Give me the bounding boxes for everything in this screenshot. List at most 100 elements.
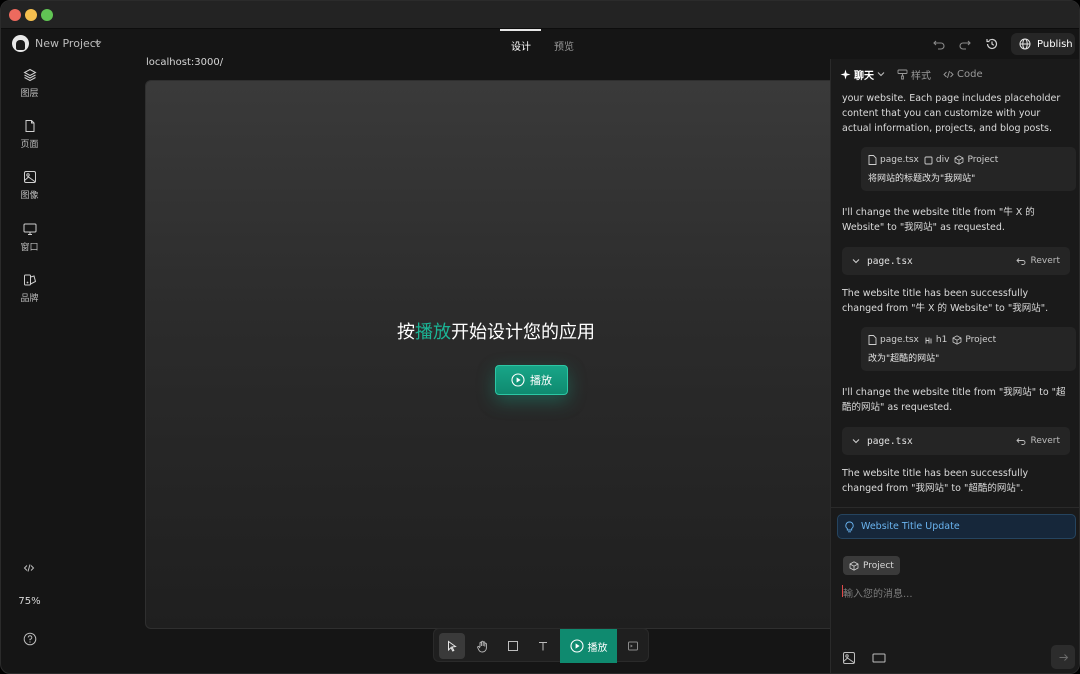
tool-palette: 播放 xyxy=(433,628,649,663)
maximize-window-button[interactable] xyxy=(41,9,53,21)
sidebar-item-layers[interactable]: 图层 xyxy=(1,68,58,99)
send-button[interactable] xyxy=(1051,645,1075,669)
text-icon xyxy=(539,642,547,651)
text-tool-button[interactable] xyxy=(530,633,556,659)
left-sidebar: 图层 页面 图像 窗口 品牌 75% xyxy=(1,59,58,673)
history-icon[interactable] xyxy=(985,37,999,51)
chevron-down-icon xyxy=(852,439,860,444)
chat-panel: 聊天 样式 Code your website. Each page inclu… xyxy=(830,59,1079,673)
play-button[interactable]: 播放 xyxy=(495,365,568,395)
assistant-message: The website title has been successfully … xyxy=(842,468,1029,494)
project-chip-label: Project xyxy=(863,560,894,571)
file-tag[interactable]: page.tsx xyxy=(868,335,919,345)
code-toggle-icon[interactable] xyxy=(23,562,35,574)
project-name[interactable]: New Project xyxy=(35,37,100,50)
brush-icon xyxy=(897,69,908,79)
image-icon xyxy=(23,171,36,183)
canvas-url: localhost:3000/ xyxy=(146,57,224,68)
scope-tag-label: Project xyxy=(965,335,997,345)
help-icon[interactable] xyxy=(23,632,37,646)
element-tag-label: h1 xyxy=(935,335,948,345)
headline-accent: 播放 xyxy=(415,322,451,343)
palette-play-label: 播放 xyxy=(587,642,608,654)
tab-style[interactable]: 样式 xyxy=(897,67,931,82)
terminal-tool-button[interactable] xyxy=(620,633,646,659)
canvas-headline: 按播放开始设计您的应用 xyxy=(146,318,846,344)
sidebar-item-label: 页面 xyxy=(20,140,39,150)
code-change-card[interactable]: page.tsx Revert xyxy=(842,427,1070,455)
scope-tag[interactable]: Project xyxy=(954,155,998,165)
undo-icon xyxy=(1015,437,1025,445)
lightbulb-icon xyxy=(845,521,854,532)
file-tag[interactable]: page.tsx xyxy=(868,155,919,165)
design-canvas[interactable]: 按播放开始设计您的应用 播放 xyxy=(145,80,845,629)
tab-chat[interactable]: 聊天 xyxy=(840,67,885,82)
tab-design[interactable]: 设计 xyxy=(511,38,531,53)
zoom-level[interactable]: 75% xyxy=(1,596,58,607)
project-context-chip[interactable]: Project xyxy=(843,556,900,575)
user-message-card: page.tsx div Project 将网站的标题改为"我网站" xyxy=(861,147,1076,191)
sparkle-icon xyxy=(840,69,851,79)
chat-messages: your website. Each page includes placeho… xyxy=(831,89,1079,503)
scope-tag-label: Project xyxy=(967,155,999,165)
active-tab-indicator xyxy=(500,29,541,31)
heading-icon xyxy=(925,337,932,343)
user-message-card: page.tsx h1 Project 改为"超酷的网站" xyxy=(861,327,1076,371)
terminal-icon xyxy=(628,641,638,651)
assistant-message: The website title has been successfully … xyxy=(842,288,1049,314)
screen-capture-icon[interactable] xyxy=(872,651,886,665)
undo-icon[interactable] xyxy=(932,37,946,51)
monitor-icon xyxy=(23,223,36,235)
rectangle-tool-button[interactable] xyxy=(500,633,526,659)
globe-icon xyxy=(1019,38,1031,50)
publish-button[interactable]: Publish xyxy=(1011,33,1075,55)
revert-label: Revert xyxy=(1030,436,1060,446)
palette-play-button[interactable]: 播放 xyxy=(560,629,617,663)
revert-label: Revert xyxy=(1030,256,1060,266)
suggestion-label: Website Title Update xyxy=(861,521,960,532)
close-window-button[interactable] xyxy=(9,9,21,21)
file-icon xyxy=(868,335,877,345)
code-file-name: page.tsx xyxy=(867,255,913,267)
title-bar xyxy=(1,1,1079,29)
sidebar-item-window[interactable]: 窗口 xyxy=(1,222,58,253)
hand-icon xyxy=(476,640,487,652)
minimize-window-button[interactable] xyxy=(25,9,37,21)
file-tag-label: page.tsx xyxy=(880,155,919,165)
suggestion-chip[interactable]: Website Title Update xyxy=(837,514,1076,539)
play-button-label: 播放 xyxy=(530,374,552,387)
code-icon xyxy=(943,70,954,78)
sidebar-item-images[interactable]: 图像 xyxy=(1,170,58,201)
app-logo-icon xyxy=(12,35,29,52)
element-tag[interactable]: h1 xyxy=(924,335,947,345)
sidebar-item-label: 窗口 xyxy=(20,243,39,253)
select-tool-button[interactable] xyxy=(439,633,465,659)
top-toolbar: New Project 设计 预览 Publish xyxy=(1,29,1079,59)
scope-tag[interactable]: Project xyxy=(952,335,996,345)
sidebar-item-pages[interactable]: 页面 xyxy=(1,119,58,150)
element-tag-label: div xyxy=(935,155,950,165)
element-tag[interactable]: div xyxy=(924,155,950,165)
page-icon xyxy=(25,120,34,132)
hand-tool-button[interactable] xyxy=(469,633,495,659)
attach-image-icon[interactable] xyxy=(842,651,856,665)
redo-icon[interactable] xyxy=(958,37,972,51)
cube-icon xyxy=(955,155,964,165)
tab-code[interactable]: Code xyxy=(943,69,983,80)
cube-icon xyxy=(952,335,962,345)
revert-button[interactable]: Revert xyxy=(1015,436,1060,446)
headline-text-pre: 按 xyxy=(397,322,415,343)
square-icon xyxy=(924,156,933,164)
revert-button[interactable]: Revert xyxy=(1015,256,1060,266)
sidebar-item-brand[interactable]: 品牌 xyxy=(1,273,58,304)
undo-icon xyxy=(1015,257,1025,265)
tab-chat-label: 聊天 xyxy=(854,70,874,82)
code-change-card[interactable]: page.tsx Revert xyxy=(842,247,1070,275)
play-icon xyxy=(569,639,584,653)
message-input[interactable]: 輸入您的消息... xyxy=(843,585,913,600)
assistant-message: I'll change the website title from "我网站"… xyxy=(842,387,1066,413)
headline-text-post: 开始设计您的应用 xyxy=(451,322,595,343)
layers-icon xyxy=(22,68,37,82)
tab-preview[interactable]: 预览 xyxy=(554,38,574,53)
chevron-down-icon[interactable] xyxy=(94,39,102,47)
